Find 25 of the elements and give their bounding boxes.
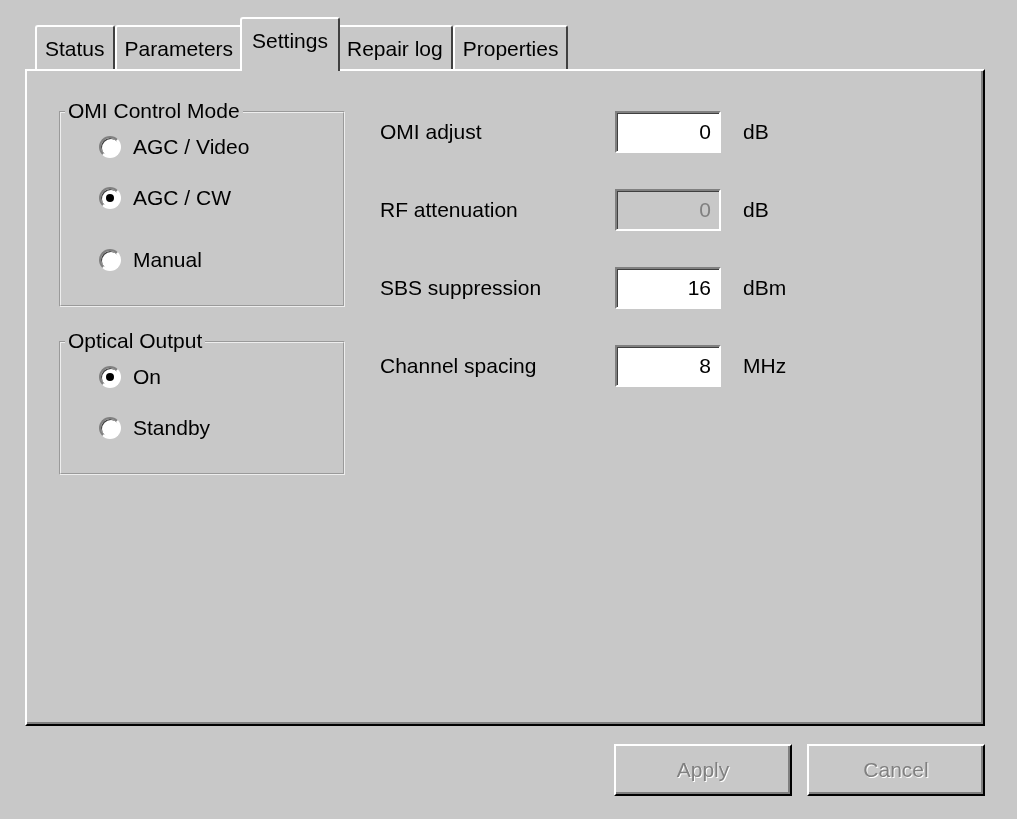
unit-label: dB: [743, 119, 769, 146]
field-label: Channel spacing: [380, 353, 538, 380]
radio-label: AGC / CW: [133, 185, 231, 212]
tab[interactable]: Properties: [452, 25, 569, 69]
radio-button[interactable]: [99, 187, 121, 209]
input-field[interactable]: 8: [615, 345, 721, 387]
radio-button[interactable]: [99, 249, 121, 271]
unit-label: MHz: [743, 353, 787, 380]
radio-button[interactable]: [99, 417, 121, 439]
field-label: RF attenuation: [380, 197, 519, 224]
input-field[interactable]: 0: [615, 111, 721, 153]
unit-label: dBm: [743, 275, 787, 302]
tab[interactable]: Repair log: [337, 25, 453, 69]
radio-label: AGC / Video: [133, 134, 250, 161]
field-label: SBS suppression: [380, 275, 543, 302]
radio-button[interactable]: [99, 136, 121, 158]
radio-button[interactable]: [99, 366, 121, 388]
radio-label: Manual: [133, 247, 202, 274]
field-label: OMI adjust: [380, 119, 483, 146]
radio-label: Standby: [133, 415, 211, 442]
unit-label: dB: [743, 197, 769, 224]
input-field[interactable]: 16: [615, 267, 721, 309]
tab[interactable]: Settings: [240, 17, 340, 71]
radio-label: On: [133, 364, 161, 391]
tab[interactable]: Status: [35, 25, 115, 69]
